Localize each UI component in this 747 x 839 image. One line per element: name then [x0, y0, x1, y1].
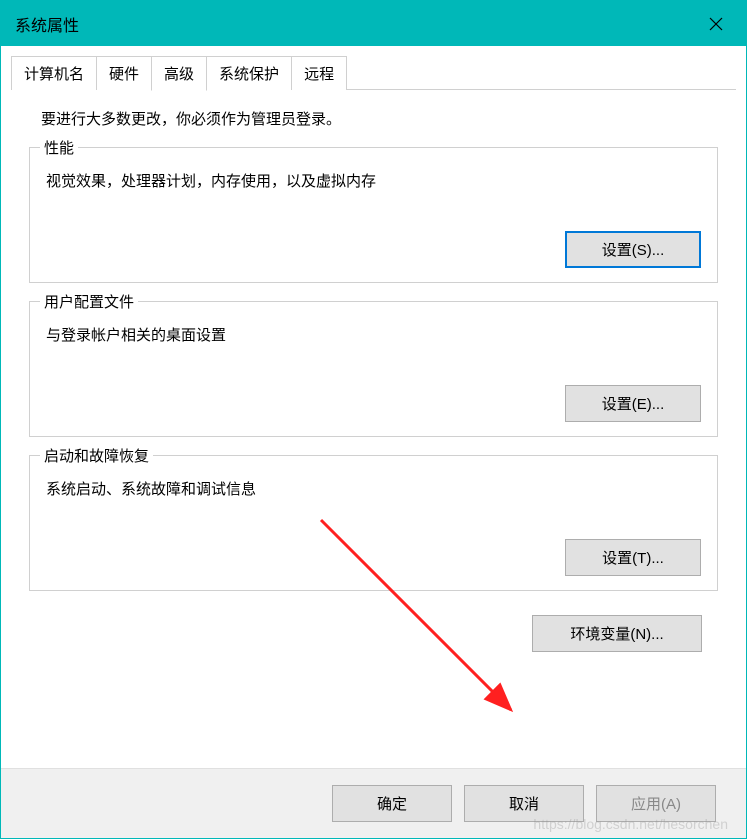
apply-button[interactable]: 应用(A) [596, 785, 716, 822]
tab-computer-name[interactable]: 计算机名 [11, 56, 97, 90]
titlebar: 系统属性 [1, 1, 746, 46]
group-performance-title: 性能 [40, 137, 78, 158]
tab-system-protection[interactable]: 系统保护 [206, 56, 292, 90]
tab-content-advanced: 要进行大多数更改，你必须作为管理员登录。 性能 视觉效果，处理器计划，内存使用，… [1, 90, 746, 768]
startup-settings-button[interactable]: 设置(T)... [565, 539, 701, 576]
admin-note: 要进行大多数更改，你必须作为管理员登录。 [29, 108, 718, 129]
performance-settings-button[interactable]: 设置(S)... [565, 231, 701, 268]
window-title: 系统属性 [15, 12, 79, 36]
ok-button[interactable]: 确定 [332, 785, 452, 822]
group-startup-title: 启动和故障恢复 [40, 445, 153, 466]
env-row: 环境变量(N)... [29, 615, 718, 652]
tab-hardware[interactable]: 硬件 [96, 56, 152, 90]
group-performance: 性能 视觉效果，处理器计划，内存使用，以及虚拟内存 设置(S)... [29, 147, 718, 283]
group-user-profiles-desc: 与登录帐户相关的桌面设置 [46, 324, 701, 345]
tab-advanced[interactable]: 高级 [151, 56, 207, 91]
tab-bar: 计算机名 硬件 高级 系统保护 远程 [1, 46, 746, 90]
dialog-footer: 确定 取消 应用(A) [1, 768, 746, 838]
tab-remote[interactable]: 远程 [291, 56, 347, 90]
group-performance-desc: 视觉效果，处理器计划，内存使用，以及虚拟内存 [46, 170, 701, 191]
environment-variables-button[interactable]: 环境变量(N)... [532, 615, 702, 652]
system-properties-window: 系统属性 计算机名 硬件 高级 系统保护 远程 要进行大多数更改，你必须作为管理… [0, 0, 747, 839]
close-button[interactable] [686, 1, 746, 46]
close-icon [709, 17, 723, 31]
group-startup-recovery: 启动和故障恢复 系统启动、系统故障和调试信息 设置(T)... [29, 455, 718, 591]
cancel-button[interactable]: 取消 [464, 785, 584, 822]
group-user-profiles: 用户配置文件 与登录帐户相关的桌面设置 设置(E)... [29, 301, 718, 437]
group-user-profiles-title: 用户配置文件 [40, 291, 138, 312]
group-startup-desc: 系统启动、系统故障和调试信息 [46, 478, 701, 499]
user-profiles-settings-button[interactable]: 设置(E)... [565, 385, 701, 422]
